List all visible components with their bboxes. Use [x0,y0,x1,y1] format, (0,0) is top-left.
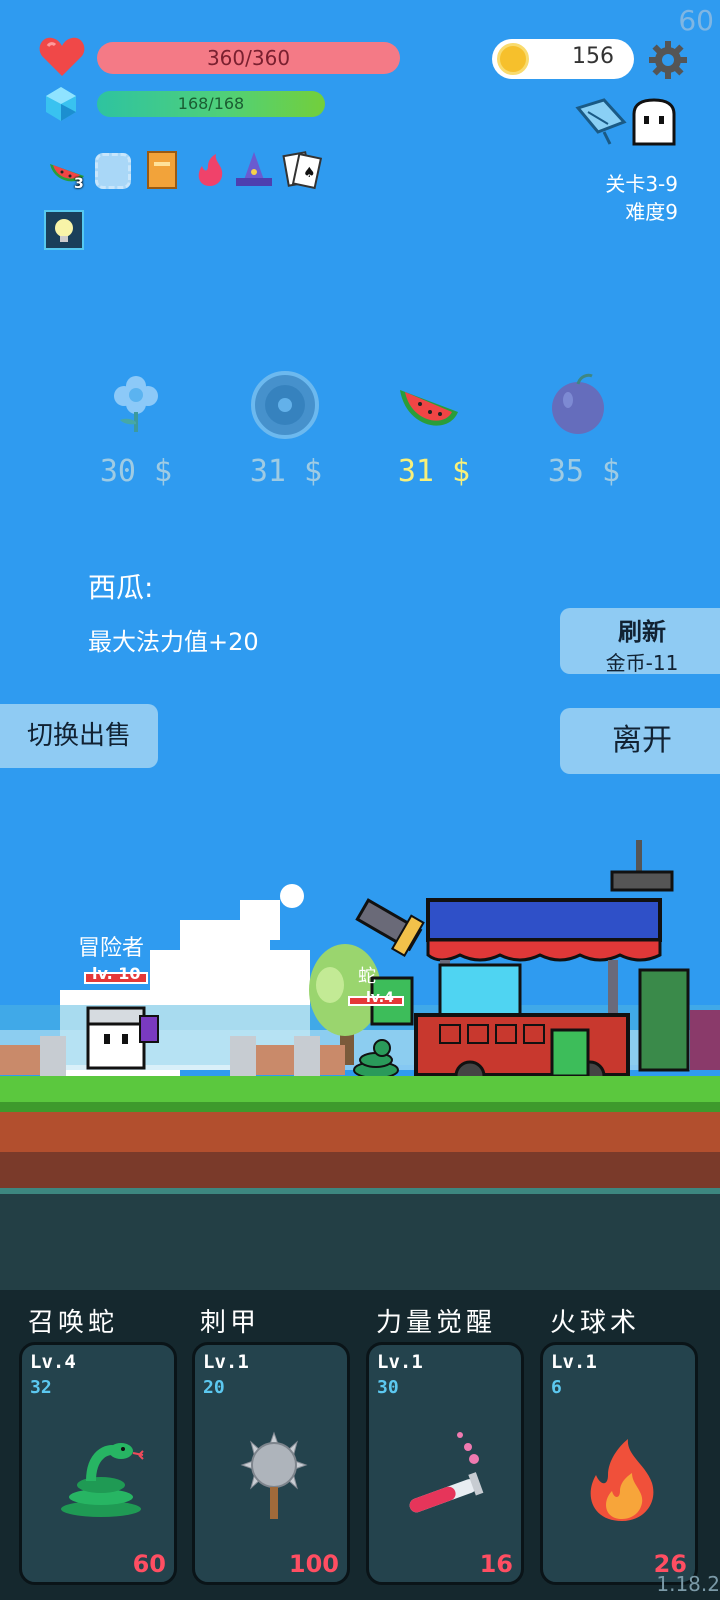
version-label: 1.18.2 [656,1572,720,1596]
skill-cost: 16 [479,1550,513,1578]
coin-counter: 156 [492,39,634,79]
flame-icon[interactable] [190,150,230,190]
refresh-cost: 金币-11 [605,651,679,675]
skill-level: Lv.4 [30,1351,76,1373]
difficulty-label: 难度9 [625,200,678,224]
skill-card-summon-snake[interactable]: Lv.4 32 60 [19,1342,177,1585]
shop-item-price-selected: 31 $ [397,454,471,489]
fps-counter: 60 [678,4,714,37]
potion-tube-icon [409,1432,484,1513]
stage-label: 关卡3-9 [605,172,678,196]
wizard-hat-icon[interactable] [234,150,274,190]
coin-count: 156 [572,44,614,69]
lightbulb-icon[interactable] [44,210,84,250]
skill-cost: 60 [132,1550,166,1578]
skill-value: 32 [30,1377,52,1398]
fire-icon [590,1439,654,1521]
shield-icon[interactable] [250,370,320,440]
snake-icon [61,1443,144,1517]
item-title: 西瓜: [88,571,154,604]
hp-text: 360/360 [206,46,291,70]
skill-level: Lv.1 [551,1351,597,1373]
cards-icon[interactable]: ♠ [282,150,322,190]
map-icon[interactable] [574,98,628,148]
shop-item-price: 30 $ [99,454,173,489]
plum-icon[interactable] [546,372,610,436]
empty-slot-icon[interactable] [95,153,131,189]
flower-icon[interactable] [108,372,164,434]
hero-name: 冒险者 [78,936,145,961]
spiked-mace-icon [240,1431,308,1519]
floating-weapon [355,898,425,958]
watermelon-icon[interactable] [396,372,462,434]
skill-level: Lv.1 [377,1351,423,1373]
mp-bar: 168/168 [97,91,325,117]
skill-cost: 100 [288,1550,339,1578]
gear-icon[interactable] [648,40,688,80]
leave-button[interactable]: 离开 [560,708,720,774]
watermelon-count: 3 [74,176,84,192]
skill-value: 20 [203,1377,225,1398]
shop-wagon [414,840,720,1092]
hp-bar: 360/360 [97,42,400,74]
skill-name: 力量觉醒 [376,1308,497,1338]
hero-level: lv. 10 [92,964,141,983]
book-icon[interactable] [142,150,182,190]
ghost-icon[interactable] [630,98,678,148]
snake-level: lv.4 [366,990,394,1006]
skill-name: 火球术 [550,1308,641,1338]
refresh-button[interactable]: 刷新 金币-11 [560,608,720,675]
skill-name: 刺甲 [200,1308,261,1338]
skill-value: 30 [377,1377,399,1398]
shop-item-price: 35 $ [547,454,621,489]
skill-name: 召唤蛇 [28,1308,119,1338]
skill-card-spiked-armor[interactable]: Lv.1 20 100 [192,1342,350,1585]
skill-card-fireball[interactable]: Lv.1 6 26 [540,1342,698,1585]
mp-text: 168/168 [177,94,245,113]
skill-value: 6 [551,1377,562,1398]
gem-icon [46,87,76,121]
snake-name: 蛇 [358,966,376,987]
heart-icon [39,37,85,76]
skill-card-power-awaken[interactable]: Lv.1 30 16 [366,1342,524,1585]
item-description: 最大法力值+20 [88,628,259,656]
skill-level: Lv.1 [203,1351,249,1373]
coin-icon [497,43,529,75]
switch-sell-button[interactable]: 切换出售 [0,704,158,768]
stage-info: 关卡3-9 难度9 [605,170,678,226]
battle-scene [0,840,720,1290]
svg-text:♠: ♠ [303,165,316,181]
refresh-label: 刷新 [618,618,666,646]
shop-item-price: 31 $ [249,454,323,489]
